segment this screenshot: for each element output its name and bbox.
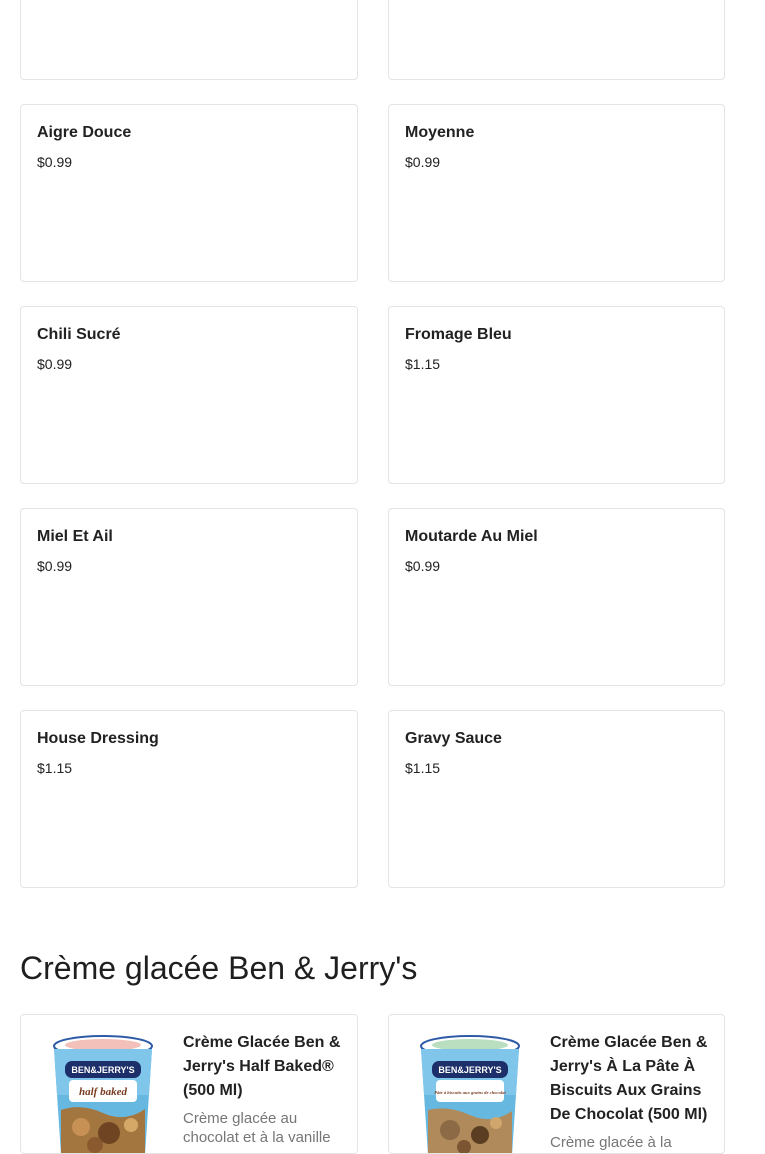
product-card[interactable]: BEN&JERRY'S half baked Crème Glacée Ben …	[20, 1014, 358, 1154]
tub-brand-text: BEN&JERRY'S	[71, 1065, 134, 1075]
menu-item-name: Chili Sucré	[37, 326, 121, 343]
menu-item-card[interactable]: House Dressing $1.15	[20, 710, 358, 888]
tub-flavor-text: Pâte à biscuits aux grains de chocolat	[434, 1090, 506, 1095]
menu-item-price: $1.15	[37, 760, 73, 776]
menu-item-name: Gravy Sauce	[405, 730, 502, 747]
menu-item-card[interactable]: Chili Sucré $0.99	[20, 306, 358, 484]
menu-item-price: $0.99	[405, 558, 441, 574]
menu-item-card[interactable]: Fromage Bleu $1.15	[388, 306, 725, 484]
menu-item-name: Fromage Bleu	[405, 326, 512, 343]
product-description: Crème glacée à la vanille	[550, 1134, 672, 1151]
product-card[interactable]: BEN&JERRY'S Pâte à biscuits aux grains d…	[388, 1014, 725, 1154]
menu-item-name: Miel Et Ail	[37, 528, 113, 545]
ice-cream-tub-icon: BEN&JERRY'S Pâte à biscuits aux grains d…	[420, 1035, 520, 1153]
menu-item-card[interactable]: Gravy Sauce $1.15	[388, 710, 725, 888]
menu-item-price: $0.99	[37, 356, 73, 372]
tub-flavor-text: half baked	[79, 1086, 127, 1098]
menu-item-card[interactable]: Moyenne $0.99	[388, 104, 725, 282]
menu-item-card[interactable]: Miel Et Ail $0.99	[20, 508, 358, 686]
menu-item-price: $0.99	[405, 154, 441, 170]
menu-item-price: $0.99	[37, 154, 73, 170]
ice-cream-tub-icon: BEN&JERRY'S half baked	[53, 1035, 153, 1153]
section-title: Crème glacée Ben & Jerry's	[20, 950, 418, 986]
product-name: Crème Glacée Ben & Jerry's Half Baked® (…	[183, 1034, 341, 1099]
menu-item-card[interactable]: Moutarde Au Miel $0.99	[388, 508, 725, 686]
menu-item-price: $0.99	[37, 558, 73, 574]
menu-item-card[interactable]: Aigre Douce $0.99	[20, 104, 358, 282]
product-description: Crème glacée au chocolat et à la vanille	[183, 1110, 331, 1146]
menu-item-price: $1.15	[405, 760, 441, 776]
product-name: Crème Glacée Ben & Jerry's À La Pâte À B…	[550, 1034, 708, 1123]
menu-item-name: Aigre Douce	[37, 124, 132, 141]
menu-item-card-partial-right[interactable]	[388, 0, 725, 80]
menu-item-name: Moutarde Au Miel	[405, 528, 538, 545]
menu-item-name: Moyenne	[405, 124, 475, 141]
tub-brand-text: BEN&JERRY'S	[438, 1065, 501, 1075]
menu-item-name: House Dressing	[37, 730, 159, 747]
menu-item-price: $1.15	[405, 356, 441, 372]
menu-item-card-partial-left[interactable]	[20, 0, 358, 80]
